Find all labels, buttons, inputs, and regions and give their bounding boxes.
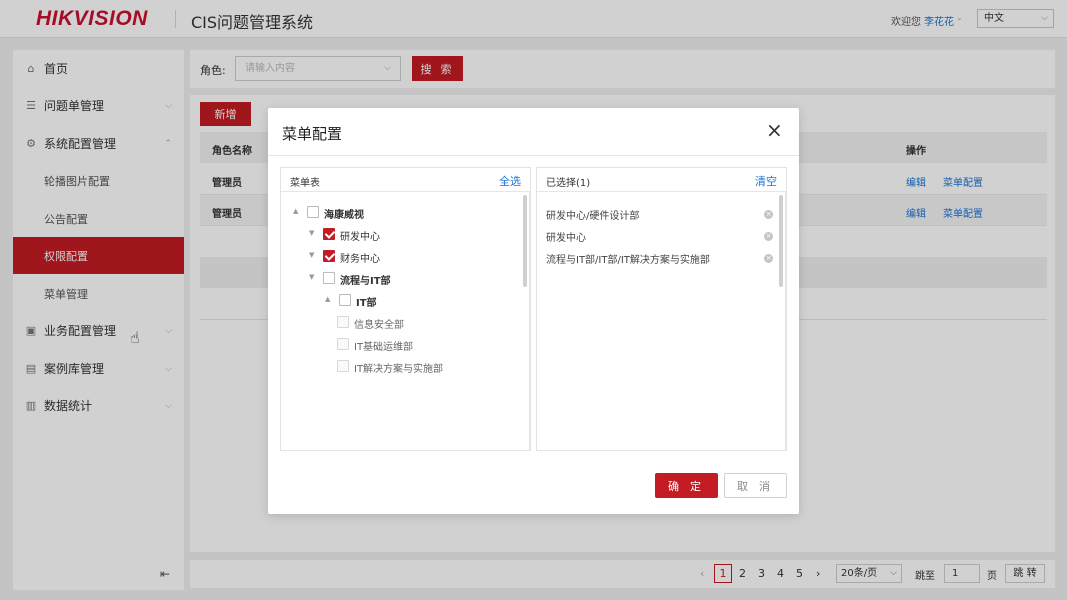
- tree-checkbox[interactable]: [337, 316, 349, 328]
- menu-config-dialog: 菜单配置 × 菜单表 全选 ▲ 海康威视 ▼ 研发中心 ▼ 财务中心 ▼ 流程与…: [268, 108, 799, 514]
- menu-tree-pane: 菜单表 全选 ▲ 海康威视 ▼ 研发中心 ▼ 财务中心 ▼ 流程与IT部 ▲ I…: [280, 167, 531, 451]
- tree-checkbox[interactable]: [323, 228, 335, 240]
- selected-item-label: 研发中心: [546, 233, 586, 244]
- selected-item-label: 研发中心/硬件设计部: [546, 211, 640, 222]
- confirm-button[interactable]: 确 定: [655, 473, 718, 498]
- tree-node-label: IT解决方案与实施部: [354, 364, 444, 375]
- tree-node-label: 财务中心: [340, 254, 380, 265]
- tree-node-label: 海康威视: [324, 210, 364, 221]
- tree-checkbox[interactable]: [337, 338, 349, 350]
- collapse-toggle-icon[interactable]: ▲: [325, 295, 335, 303]
- scroll-track: [785, 192, 786, 450]
- tree-checkbox[interactable]: [339, 294, 351, 306]
- tree-node-label: 流程与IT部: [340, 276, 391, 287]
- selected-item: 研发中心: [546, 229, 776, 244]
- selected-scrollbar[interactable]: [779, 195, 783, 287]
- select-all-link[interactable]: 全选: [499, 173, 521, 189]
- selected-item: 研发中心/硬件设计部: [546, 207, 776, 222]
- tree-scrollbar[interactable]: [523, 195, 527, 287]
- tree-node-label: IT基础运维部: [354, 342, 414, 353]
- menu-tree-title: 菜单表: [290, 178, 320, 189]
- remove-icon[interactable]: ×: [764, 210, 773, 219]
- scroll-track: [529, 192, 530, 450]
- expand-toggle-icon[interactable]: ▼: [309, 229, 319, 237]
- collapse-toggle-icon[interactable]: ▲: [293, 207, 303, 215]
- dialog-divider: [268, 155, 799, 156]
- tree-checkbox[interactable]: [307, 206, 319, 218]
- close-icon[interactable]: ×: [766, 120, 783, 140]
- selected-pane: 已选择(1) 清空 研发中心/硬件设计部 × 研发中心 × 流程与IT部/IT部…: [536, 167, 787, 451]
- cancel-button[interactable]: 取 消: [724, 473, 787, 498]
- dialog-title: 菜单配置: [282, 125, 343, 143]
- tree-node-label: 研发中心: [340, 232, 380, 243]
- pane-header: 已选择(1) 清空: [537, 168, 786, 192]
- tree-node-label: 信息安全部: [354, 320, 404, 331]
- tree-node-label: IT部: [356, 298, 377, 309]
- selected-item: 流程与IT部/IT部/IT解决方案与实施部: [546, 251, 776, 266]
- pane-header: 菜单表 全选: [281, 168, 530, 192]
- clear-all-link[interactable]: 清空: [755, 173, 777, 189]
- remove-icon[interactable]: ×: [764, 254, 773, 263]
- tree-checkbox[interactable]: [323, 272, 335, 284]
- expand-toggle-icon[interactable]: ▼: [309, 251, 319, 259]
- expand-toggle-icon[interactable]: ▼: [309, 273, 319, 281]
- remove-icon[interactable]: ×: [764, 232, 773, 241]
- tree-checkbox[interactable]: [337, 360, 349, 372]
- selected-count-title: 已选择(1): [546, 178, 591, 189]
- selected-item-label: 流程与IT部/IT部/IT解决方案与实施部: [546, 255, 710, 266]
- tree-checkbox[interactable]: [323, 250, 335, 262]
